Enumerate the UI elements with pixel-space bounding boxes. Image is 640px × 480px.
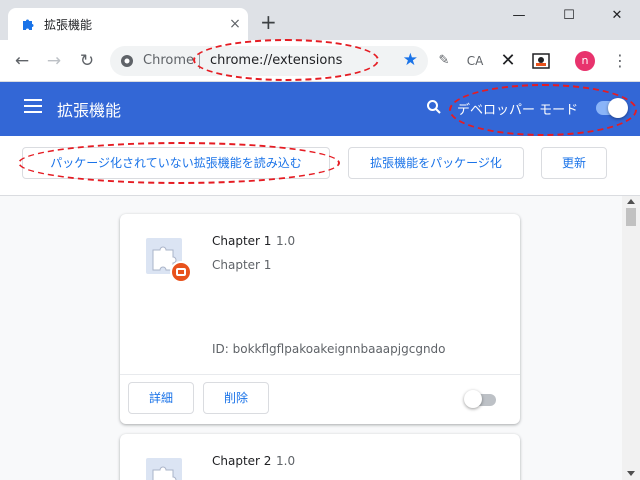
dev-mode-label: デベロッパー モード: [457, 103, 579, 118]
menu-dots-icon[interactable]: ⋮: [610, 50, 630, 72]
chrome-icon: [121, 55, 133, 67]
ca-extension-icon[interactable]: CA: [464, 50, 486, 72]
dev-toolbar: パッケージ化されていない拡張機能を読み込む 拡張機能をパッケージ化 更新: [0, 136, 640, 196]
pack-extension-button[interactable]: 拡張機能をパッケージ化: [348, 147, 524, 179]
extension-description: Chapter 1: [212, 258, 272, 272]
extension-name: Chapter 1: [212, 234, 272, 248]
omnibox-separator: [199, 53, 200, 69]
extension-card: Chapter 1 1.0 Chapter 1 ID: bokkflgflpak…: [120, 214, 520, 424]
extension-version: 1.0: [276, 454, 296, 468]
pen-extension-icon[interactable]: ✎: [433, 50, 455, 72]
remove-button[interactable]: 削除: [203, 382, 269, 414]
scroll-thumb[interactable]: [626, 208, 636, 226]
search-icon[interactable]: [426, 99, 442, 115]
puzzle-icon: [146, 458, 182, 480]
extensions-header: 拡張機能 デベロッパー モード: [0, 82, 640, 136]
back-arrow-icon[interactable]: ←: [10, 49, 34, 73]
reload-icon[interactable]: ↻: [75, 49, 99, 73]
forward-arrow-icon[interactable]: →: [42, 49, 66, 73]
scroll-up-arrow-icon[interactable]: [627, 199, 635, 204]
load-unpacked-button[interactable]: パッケージ化されていない拡張機能を読み込む: [22, 147, 330, 179]
omnibox-scheme: Chrome: [143, 53, 194, 68]
omnibox[interactable]: Chrome chrome://extensions ★: [110, 46, 428, 76]
photo-extension-icon[interactable]: [530, 50, 552, 72]
avatar[interactable]: n: [575, 51, 595, 71]
window-close-button[interactable]: ✕: [602, 6, 632, 26]
extension-id: ID: bokkflgflpakoakeignnbaaapjgcgndo: [212, 342, 446, 356]
tab-title: 拡張機能: [44, 18, 93, 32]
extension-toggle-knob[interactable]: [464, 390, 482, 408]
card-divider: [120, 374, 520, 375]
browser-toolbar: ← → ↻ Chrome chrome://extensions ★ ✎ CA …: [0, 40, 640, 82]
close-icon[interactable]: ×: [226, 15, 244, 33]
tab-strip: 拡張機能 × + — ☐ ✕: [0, 0, 640, 40]
puzzle-icon: [23, 19, 34, 30]
cross-extension-icon[interactable]: ✕: [497, 50, 519, 72]
scroll-down-arrow-icon[interactable]: [627, 471, 635, 476]
maximize-button[interactable]: ☐: [554, 6, 584, 26]
update-button[interactable]: 更新: [541, 147, 607, 179]
scrollbar[interactable]: [622, 196, 640, 480]
dev-mode-toggle-knob[interactable]: [608, 98, 628, 118]
minimize-button[interactable]: —: [504, 6, 534, 26]
camera-badge-icon: [170, 261, 192, 283]
extension-version: 1.0: [276, 234, 296, 248]
omnibox-url[interactable]: chrome://extensions: [210, 53, 342, 68]
menu-icon[interactable]: [24, 99, 42, 113]
extension-name: Chapter 2: [212, 454, 272, 468]
details-button[interactable]: 詳細: [128, 382, 194, 414]
extension-card: Chapter 2 1.0: [120, 434, 520, 480]
new-tab-button[interactable]: +: [260, 12, 277, 32]
tab-extensions[interactable]: 拡張機能 ×: [8, 8, 248, 40]
page-title: 拡張機能: [57, 101, 122, 120]
extensions-list: Chapter 1 1.0 Chapter 1 ID: bokkflgflpak…: [0, 196, 622, 480]
star-icon[interactable]: ★: [403, 50, 418, 70]
